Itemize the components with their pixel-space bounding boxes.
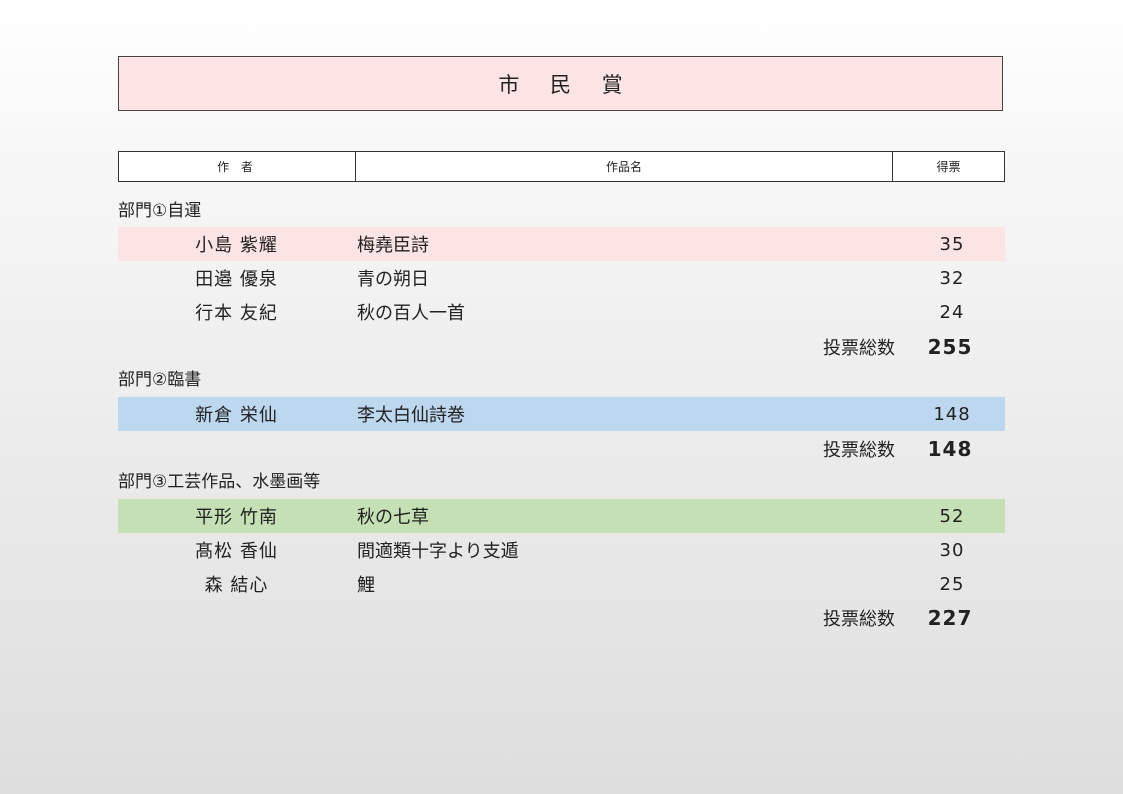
table-row: 新倉 栄仙 李太白仙詩巻 148 bbox=[118, 397, 1005, 431]
section-total: 投票総数 148 bbox=[118, 432, 1005, 466]
vote-count: 32 bbox=[939, 267, 965, 289]
total-value: 148 bbox=[927, 437, 973, 461]
table-row: 髙松 香仙 間適類十字より支遁 30 bbox=[118, 533, 1005, 567]
total-label: 投票総数 bbox=[823, 440, 895, 461]
section-label: 部門③工芸作品、水墨画等 bbox=[118, 472, 321, 492]
section-label: 部門②臨書 bbox=[118, 370, 202, 390]
total-value: 255 bbox=[927, 335, 973, 359]
author-name: 新倉 栄仙 bbox=[195, 405, 278, 426]
author-name: 小島 紫耀 bbox=[195, 235, 278, 256]
work-title: 李太白仙詩巻 bbox=[357, 405, 465, 426]
author-name: 行本 友紀 bbox=[195, 303, 278, 324]
author-column-header: 作 者 bbox=[119, 152, 356, 181]
vote-count: 30 bbox=[939, 539, 965, 561]
votes-column-header: 得票 bbox=[936, 160, 961, 174]
work-title: 間適類十字より支遁 bbox=[357, 541, 519, 562]
section-label: 部門①自運 bbox=[118, 201, 202, 221]
author-name: 平形 竹南 bbox=[195, 507, 278, 528]
table-row: 森 結心 鯉 25 bbox=[118, 567, 1005, 601]
work-title: 秋の七草 bbox=[357, 507, 429, 528]
total-value: 227 bbox=[927, 606, 973, 630]
section-total: 投票総数 227 bbox=[118, 601, 1005, 635]
work-title: 鯉 bbox=[357, 575, 375, 596]
vote-count: 52 bbox=[939, 505, 965, 527]
page-title: 市 民 賞 bbox=[118, 56, 1003, 111]
work-title: 青の朔日 bbox=[357, 269, 429, 290]
table-row: 行本 友紀 秋の百人一首 24 bbox=[118, 295, 1005, 329]
table-header: 作 者 作品名 得票 bbox=[118, 151, 1005, 182]
table-row: 平形 竹南 秋の七草 52 bbox=[118, 499, 1005, 533]
table-row: 小島 紫耀 梅堯臣詩 35 bbox=[118, 227, 1005, 261]
vote-count: 25 bbox=[939, 573, 965, 595]
total-label: 投票総数 bbox=[823, 338, 895, 359]
author-name: 森 結心 bbox=[204, 575, 269, 596]
work-column-header: 作品名 bbox=[356, 152, 893, 181]
total-label: 投票総数 bbox=[823, 609, 895, 630]
table-row: 田邉 優泉 青の朔日 32 bbox=[118, 261, 1005, 295]
work-title: 秋の百人一首 bbox=[357, 303, 465, 324]
author-name: 田邉 優泉 bbox=[195, 269, 278, 290]
section-total: 投票総数 255 bbox=[118, 330, 1005, 364]
vote-count: 24 bbox=[939, 301, 965, 323]
vote-count: 148 bbox=[933, 403, 971, 425]
work-title: 梅堯臣詩 bbox=[357, 235, 429, 256]
author-name: 髙松 香仙 bbox=[195, 541, 278, 562]
vote-count: 35 bbox=[939, 233, 965, 255]
